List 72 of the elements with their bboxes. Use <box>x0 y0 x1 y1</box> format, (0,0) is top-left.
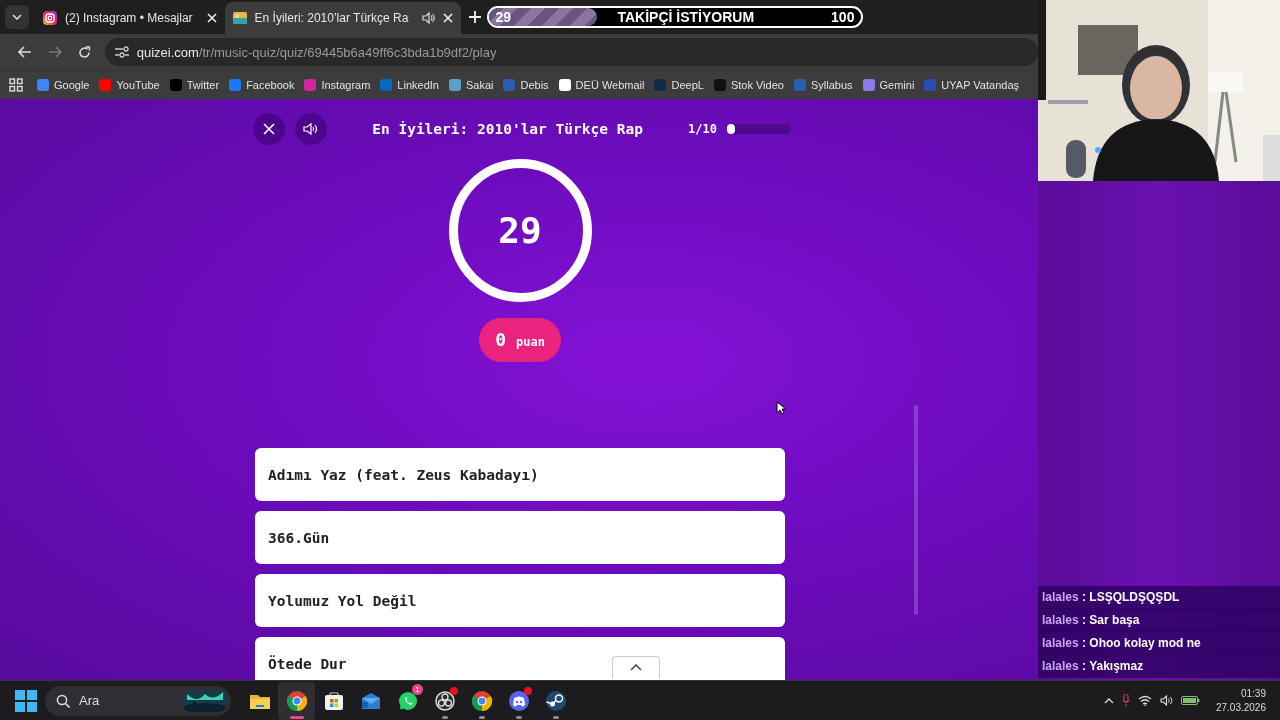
url-text: quizei.com/tr/music-quiz/quiz/69445b6a49ff6c3bda1b9df2/play <box>136 44 497 60</box>
back-icon[interactable] <box>18 46 32 58</box>
tab-search-button[interactable] <box>5 5 29 29</box>
bookmark-link[interactable]: Debis <box>503 79 555 91</box>
bookmark-link[interactable]: Stok Video <box>713 79 790 91</box>
chat-message: lalales : Ohoo kolay mod ne <box>1038 632 1280 655</box>
chat-message: lalales : LSŞQLDŞQŞDL <box>1038 586 1280 609</box>
taskbar-app[interactable] <box>278 681 315 720</box>
bookmark-link[interactable]: Sakai <box>448 79 500 91</box>
speaker-icon <box>303 122 319 136</box>
windows-start-icon[interactable] <box>15 689 37 712</box>
address-bar[interactable]: quizei.com/tr/music-quiz/quiz/69445b6a49ff6c3bda1b9df2/play <box>104 38 1038 66</box>
bookmark-link[interactable]: YouTube <box>99 79 166 91</box>
bookmark-link[interactable]: UYAP Vatandaş <box>924 79 1025 91</box>
search-field[interactable]: Ara <box>45 685 231 716</box>
progress-text: 1/10 <box>688 122 717 136</box>
bookmark-link[interactable]: Facebook <box>229 79 301 91</box>
browser-tab[interactable]: (2) Instagram • Mesajlar <box>35 2 225 34</box>
chat-message: lalales : Sar başa <box>1038 609 1280 632</box>
goal-title: TAKİPÇİ İSTİYORUM <box>616 9 756 25</box>
close-icon[interactable] <box>443 13 454 23</box>
caret-icon <box>630 664 642 671</box>
reload-icon[interactable] <box>77 45 91 59</box>
system-clock[interactable]: 01:39 27.03.2026 <box>1215 686 1266 715</box>
chrome-icon <box>284 688 309 713</box>
record-icon <box>432 688 457 713</box>
site-settings-icon[interactable] <box>114 46 129 58</box>
goal-target: 100 <box>831 9 856 25</box>
bookmark-link[interactable]: Gemini <box>862 79 921 91</box>
chrome-icon <box>469 688 494 713</box>
bookmark-link[interactable]: LinkedIn <box>380 79 445 91</box>
close-icon[interactable] <box>206 13 217 23</box>
new-tab-icon[interactable] <box>469 11 482 23</box>
search-icon <box>56 693 70 708</box>
goal-count: 29 <box>494 9 512 25</box>
bookmark-link[interactable]: Instagram <box>304 79 377 91</box>
steam-icon <box>543 688 568 713</box>
sound-button[interactable] <box>295 113 327 145</box>
progress-bar <box>727 124 791 134</box>
landscape-icon <box>232 12 247 24</box>
bookmark-link[interactable]: Twitter <box>169 79 226 91</box>
scrollbar[interactable] <box>914 405 918 615</box>
chat-message: lalales : Yakışmaz <box>1038 655 1280 678</box>
battery-icon[interactable] <box>1180 695 1200 706</box>
microphone-icon[interactable] <box>1121 694 1130 707</box>
forward-icon[interactable] <box>47 46 62 58</box>
notification-badge: 1 <box>412 683 423 695</box>
close-button[interactable] <box>253 113 285 145</box>
answer-option[interactable]: Adımı Yaz (feat. Zeus Kabadayı) <box>255 448 785 501</box>
mouse-pointer-icon <box>776 401 786 415</box>
tab-title: (2) Instagram • Mesajlar <box>65 11 194 25</box>
bookmark-link[interactable]: DeepL <box>654 79 710 91</box>
browser-tab[interactable]: En İyileri: 2010’lar Türkçe Ra <box>224 2 462 34</box>
score-badge: 0 puan <box>479 318 561 362</box>
tab-title: En İyileri: 2010’lar Türkçe Ra <box>254 11 410 25</box>
answer-option[interactable]: Ötede Dur <box>255 637 785 680</box>
apps-grid-icon[interactable] <box>9 78 23 92</box>
answer-option[interactable]: Yolumuz Yol Değil <box>255 574 785 627</box>
countdown-timer: 29 <box>448 159 592 302</box>
close-icon <box>263 123 275 135</box>
scroll-up-button[interactable] <box>612 656 660 678</box>
quiz-title: En İyileri: 2010'lar Türkçe Rap <box>371 121 644 137</box>
volume-icon[interactable] <box>1159 695 1173 706</box>
taskbar-app[interactable]: 1 <box>389 681 426 720</box>
wifi-icon[interactable] <box>1137 695 1152 706</box>
chevron-up-icon[interactable] <box>1103 697 1114 704</box>
bookmark-link[interactable]: DEÜ Webmail <box>558 79 651 91</box>
bookmark-link[interactable]: Google <box>37 79 96 91</box>
instagram-icon <box>43 11 57 25</box>
answer-option[interactable]: 366.Gün <box>255 511 785 564</box>
caret-icon <box>12 14 22 20</box>
bookmark-link[interactable]: Syllabus <box>793 79 859 91</box>
